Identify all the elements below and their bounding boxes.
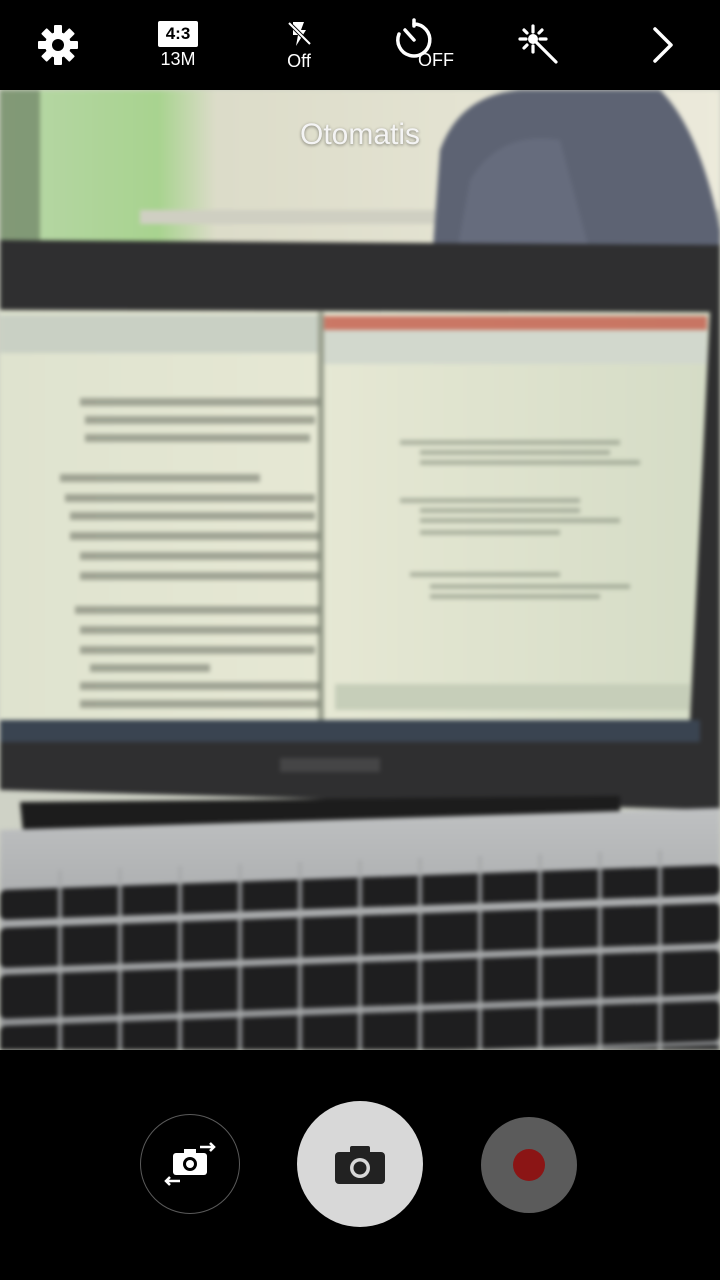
switch-camera-icon bbox=[164, 1142, 216, 1186]
timer-button[interactable]: OFF bbox=[368, 0, 468, 90]
resolution-label: 13M bbox=[160, 49, 196, 69]
gear-icon bbox=[38, 25, 78, 65]
chevron-right-icon bbox=[653, 27, 673, 63]
more-options-button[interactable] bbox=[612, 0, 712, 90]
shooting-mode-label[interactable]: Otomatis bbox=[0, 118, 720, 152]
magic-wand-icon bbox=[518, 24, 558, 64]
record-icon bbox=[513, 1149, 545, 1181]
timer-label: OFF bbox=[418, 50, 454, 70]
ratio-label: 4:3 bbox=[158, 21, 198, 47]
viewfinder-preview bbox=[0, 90, 720, 1050]
camera-controls bbox=[0, 1050, 720, 1280]
camera-viewfinder[interactable]: Otomatis bbox=[0, 90, 720, 1050]
flash-label: Off bbox=[287, 51, 311, 71]
camera-icon bbox=[335, 1146, 385, 1184]
record-video-button[interactable] bbox=[481, 1117, 577, 1213]
settings-button[interactable] bbox=[8, 0, 108, 90]
effects-button[interactable] bbox=[489, 0, 589, 90]
ratio-resolution-button[interactable]: 4:3 13M bbox=[128, 0, 228, 90]
flash-button[interactable]: Off bbox=[249, 0, 349, 90]
switch-camera-button[interactable] bbox=[140, 1114, 240, 1214]
camera-toolbar: 4:3 13M Off OFF bbox=[0, 0, 720, 90]
shutter-button[interactable] bbox=[297, 1101, 423, 1227]
flash-off-icon bbox=[287, 21, 312, 46]
